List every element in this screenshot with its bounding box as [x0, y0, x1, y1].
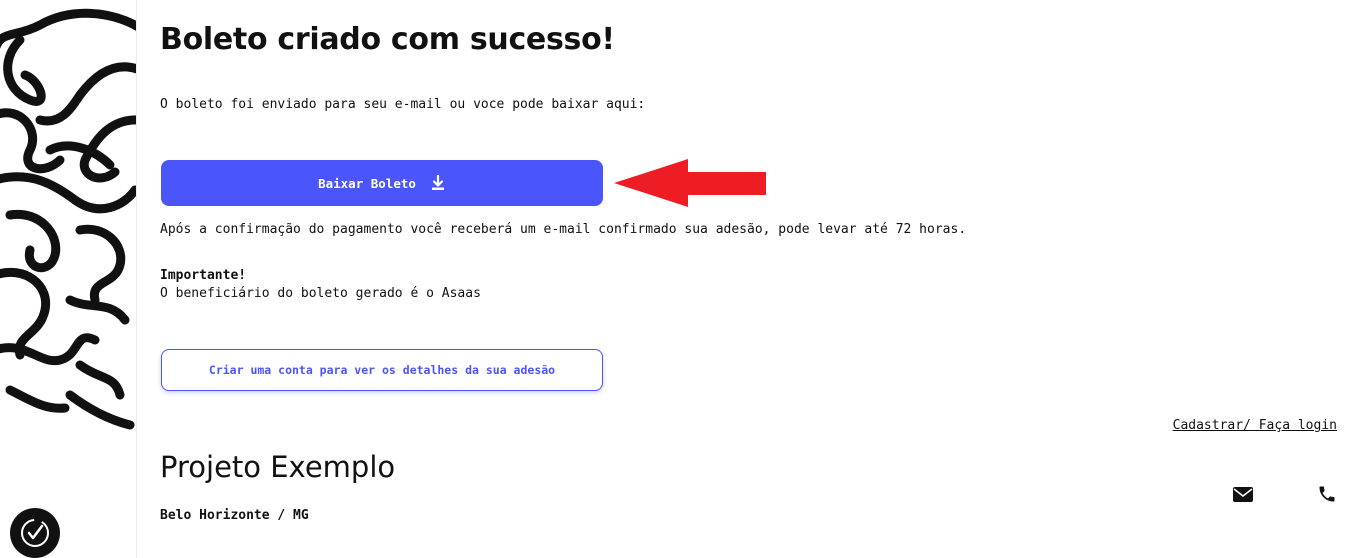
download-boleto-button[interactable]: Baixar Boleto: [161, 160, 603, 206]
phone-icon[interactable]: [1315, 482, 1339, 506]
important-heading: Importante!: [160, 268, 247, 283]
download-boleto-label: Baixar Boleto: [318, 175, 416, 191]
email-sent-message: O boleto foi enviado para seu e-mail ou …: [160, 97, 646, 112]
project-location: Belo Horizonte / MG: [160, 508, 309, 523]
download-icon: [430, 175, 446, 191]
accessibility-badge-button[interactable]: [10, 508, 60, 558]
beneficiary-text: O beneficiário do boleto gerado é o Asaa…: [160, 286, 481, 301]
signup-login-link[interactable]: Cadastrar/ Faça login: [1173, 418, 1337, 433]
page-title: Boleto criado com sucesso!: [160, 22, 615, 57]
payment-confirmation-text: Após a confirmação do pagamento você rec…: [160, 222, 967, 237]
decorative-scribble-art: [0, 0, 137, 558]
envelope-icon[interactable]: [1231, 482, 1255, 506]
check-badge-icon: [21, 519, 49, 547]
create-account-button[interactable]: Criar uma conta para ver os detalhes da …: [161, 349, 603, 391]
project-name: Projeto Exemplo: [160, 450, 396, 484]
annotation-arrow: [614, 159, 766, 207]
